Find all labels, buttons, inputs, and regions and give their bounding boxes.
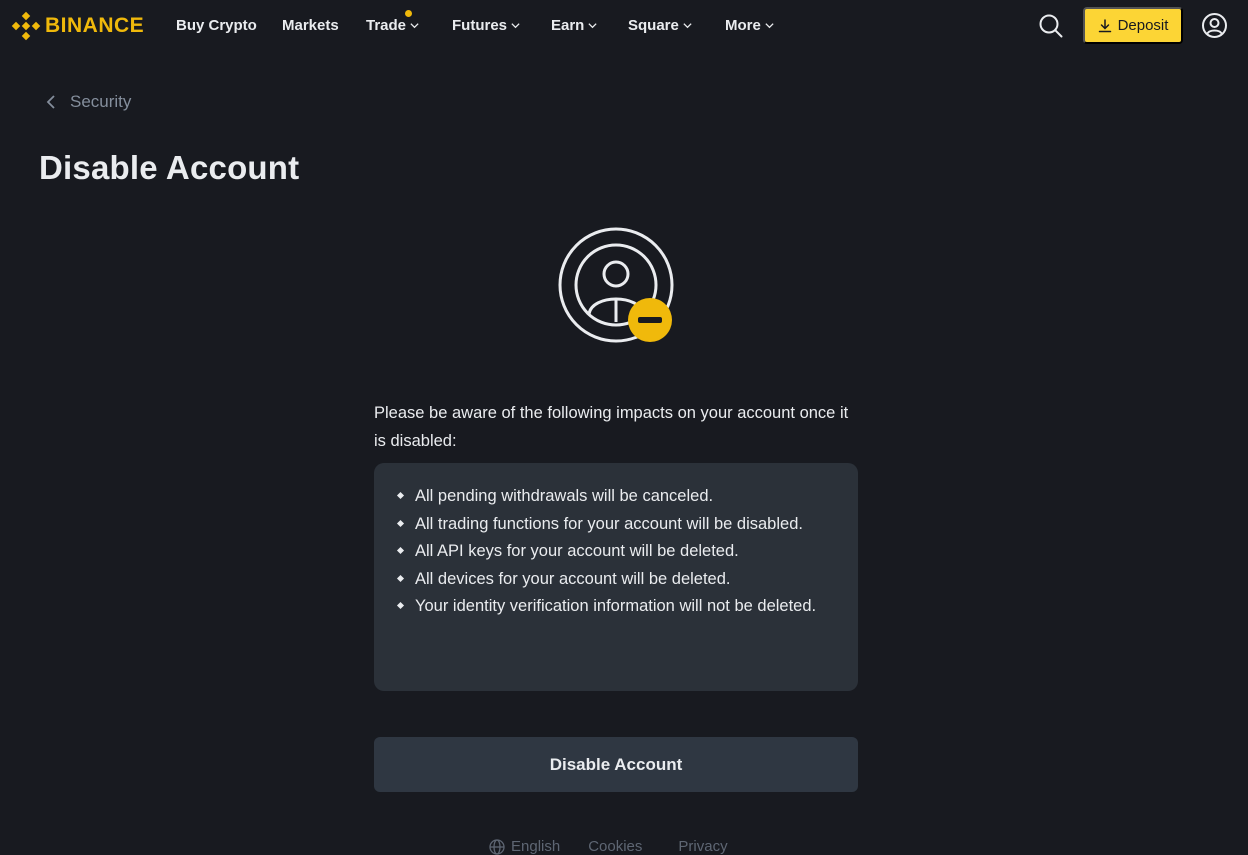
chevron-down-icon [410, 23, 419, 29]
deposit-button[interactable]: Deposit [1083, 7, 1183, 44]
nav-label: Square [628, 17, 679, 34]
brand-name: BINANCE [45, 14, 145, 37]
list-item: All API keys for your account will be de… [396, 538, 834, 566]
impact-panel: All pending withdrawals will be canceled… [374, 463, 858, 691]
list-item: Your identity verification information w… [396, 593, 834, 621]
profile-button[interactable] [1201, 12, 1228, 39]
impact-text: All pending withdrawals will be canceled… [415, 487, 714, 505]
impact-text: Your identity verification information w… [415, 597, 817, 615]
user-disable-icon [558, 227, 674, 343]
chevron-down-icon [683, 23, 692, 29]
footer: English Cookies Privacy [489, 838, 728, 855]
bullet-icon [396, 574, 405, 582]
language-selector[interactable]: English [489, 838, 560, 855]
binance-logo[interactable]: BINANCE [11, 11, 144, 41]
back-to-security-link[interactable]: Security [44, 92, 131, 112]
footer-link-privacy[interactable]: Privacy [678, 838, 727, 855]
bullet-icon [396, 491, 405, 500]
bullet-icon [396, 601, 405, 610]
user-circle-icon [1202, 13, 1227, 38]
nav-markets[interactable]: Markets [282, 17, 339, 34]
impact-list: All pending withdrawals will be canceled… [396, 483, 834, 621]
bullet-icon [396, 546, 405, 555]
nav-more[interactable]: More [725, 17, 775, 34]
nav-label: Buy Crypto [176, 17, 257, 34]
impact-text: All API keys for your account will be de… [415, 542, 739, 560]
list-item: All trading functions for your account w… [396, 511, 834, 539]
list-item: All pending withdrawals will be canceled… [396, 483, 834, 511]
nav-label: Trade [366, 17, 407, 34]
nav-futures[interactable]: Futures [452, 17, 521, 34]
bullet-icon [396, 519, 405, 527]
download-icon [1098, 18, 1111, 32]
chevron-down-icon [511, 23, 520, 29]
nav-label: Futures [452, 17, 508, 34]
top-navigation: BINANCE Buy Crypto Markets Trade Futures… [0, 0, 1248, 52]
impact-text: All devices for your account will be del… [415, 569, 731, 588]
binance-logo-icon [11, 11, 41, 41]
disable-account-button[interactable]: Disable Account [374, 737, 858, 792]
nav-label: More [725, 17, 761, 34]
language-label: English [511, 838, 561, 855]
nav-square[interactable]: Square [628, 17, 693, 34]
footer-link-cookies[interactable]: Cookies [588, 838, 642, 855]
nav-earn[interactable]: Earn [551, 17, 598, 34]
chevron-down-icon [588, 23, 597, 29]
search-icon [1039, 14, 1063, 38]
chevron-down-icon [765, 23, 774, 29]
notification-dot [405, 10, 412, 17]
nav-label: Earn [551, 17, 585, 34]
breadcrumb-label: Security [70, 92, 132, 111]
page-title: Disable Account [39, 149, 300, 186]
impact-text: All trading functions for your account w… [415, 514, 803, 533]
impact-intro-text: Please be aware of the following impacts… [374, 403, 849, 450]
deposit-label: Deposit [1117, 17, 1169, 34]
list-item: All devices for your account will be del… [396, 566, 834, 594]
search-button[interactable] [1038, 13, 1064, 39]
globe-icon [489, 838, 505, 855]
nav-buy-crypto[interactable]: Buy Crypto [176, 17, 257, 34]
nav-label: Markets [282, 17, 339, 34]
nav-trade[interactable]: Trade [366, 17, 420, 34]
chevron-left-icon [46, 95, 55, 109]
